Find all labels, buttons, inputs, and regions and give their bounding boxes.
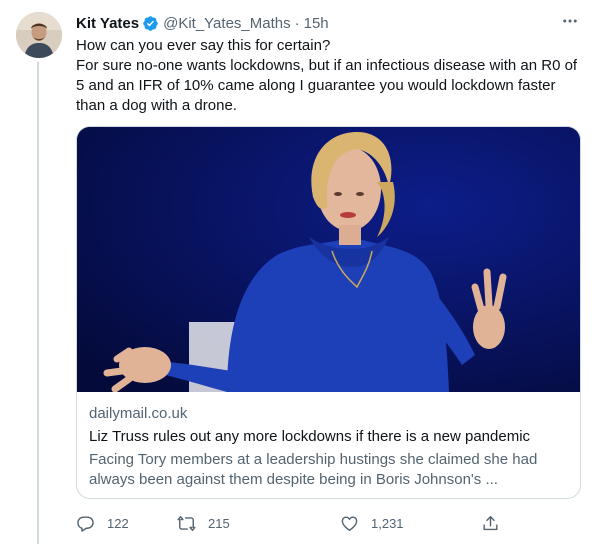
separator-dot: ·	[294, 14, 300, 32]
card-domain: dailymail.co.uk	[89, 405, 188, 422]
retweet-icon	[177, 515, 196, 531]
like-count: 1,231	[371, 515, 404, 531]
tweet-header: Kit Yates @Kit_Yates_Maths · 15h	[76, 13, 582, 33]
more-options-icon[interactable]	[560, 11, 580, 31]
retweet-count: 215	[208, 515, 230, 531]
share-icon	[483, 515, 498, 530]
heart-icon	[341, 515, 358, 531]
card-image[interactable]	[77, 127, 580, 393]
reply-icon	[77, 515, 94, 532]
avatar[interactable]	[16, 12, 62, 58]
tweet-timestamp[interactable]: 15h	[304, 15, 329, 32]
reply-button[interactable]: 122	[76, 514, 129, 533]
tweet-text: How can you ever say this for certain? F…	[76, 36, 586, 116]
card-photo	[77, 127, 580, 393]
link-card[interactable]: dailymail.co.uk Liz Truss rules out any …	[76, 126, 581, 499]
share-button[interactable]	[481, 514, 500, 533]
verified-badge-icon	[142, 15, 159, 32]
card-description: Facing Tory members at a leadership hust…	[89, 451, 538, 488]
reply-count: 122	[107, 515, 129, 531]
avatar-photo	[16, 12, 62, 58]
tweet-actions: 122 215 1,231	[76, 510, 506, 536]
author-name[interactable]: Kit Yates	[76, 15, 139, 32]
like-button[interactable]: 1,231	[340, 514, 404, 533]
thread-line	[37, 62, 39, 544]
card-title: Liz Truss rules out any more lockdowns i…	[89, 428, 531, 445]
retweet-button[interactable]: 215	[177, 514, 230, 533]
author-handle[interactable]: @Kit_Yates_Maths	[163, 15, 291, 32]
tweet-text-line: For sure no-one wants lockdowns, but if …	[76, 57, 578, 114]
tweet-text-line: How can you ever say this for certain?	[76, 37, 331, 54]
